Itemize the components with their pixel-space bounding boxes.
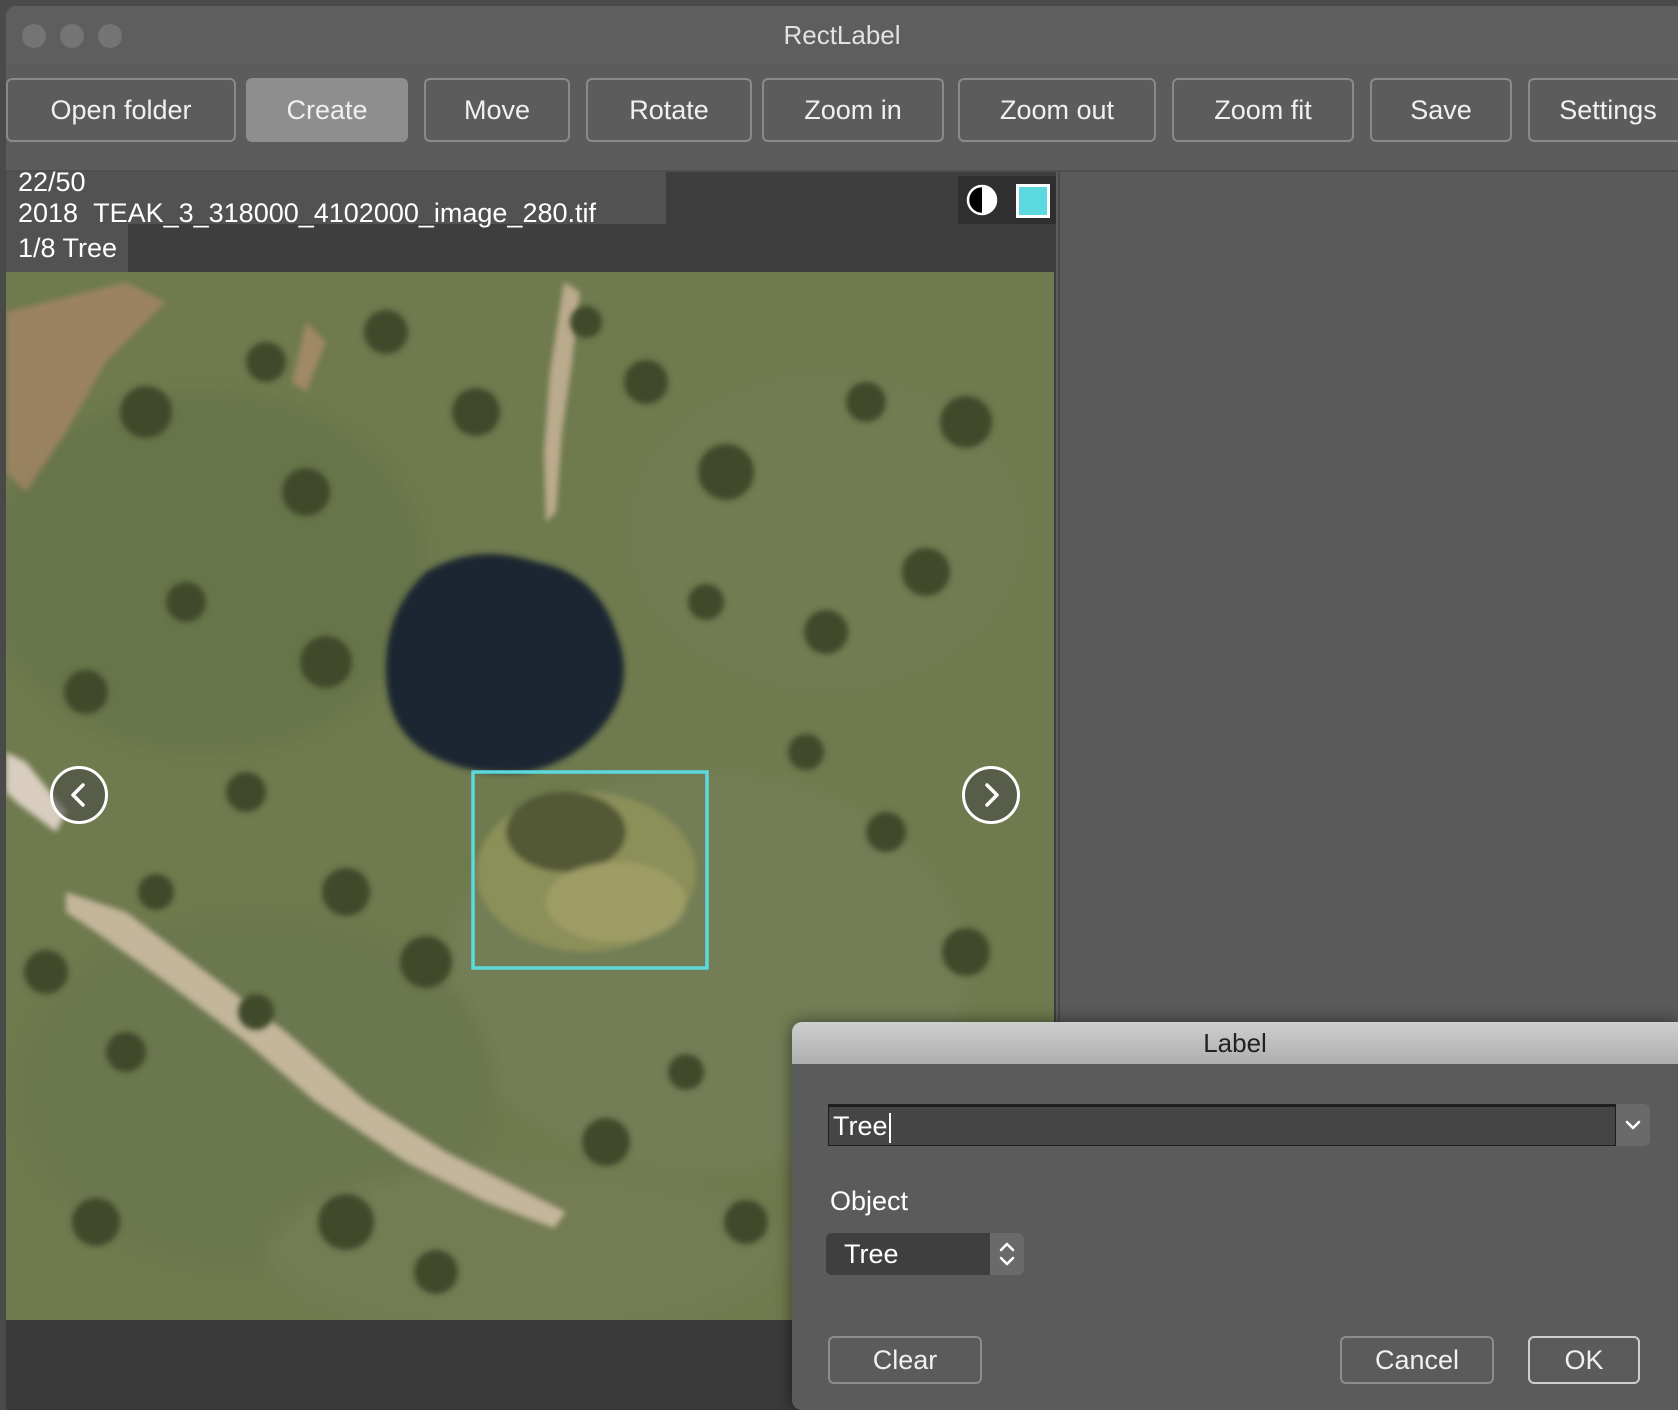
- create-button[interactable]: Create: [246, 78, 408, 142]
- window-title: RectLabel: [783, 20, 901, 50]
- box-color-swatch[interactable]: [1016, 184, 1050, 218]
- rotate-button[interactable]: Rotate: [586, 78, 752, 142]
- popup-stepper[interactable]: [990, 1233, 1024, 1275]
- label-combo-input[interactable]: Tree: [828, 1104, 1616, 1146]
- chevron-down-icon: [1625, 1120, 1641, 1130]
- chevron-left-icon: [71, 783, 85, 807]
- settings-button[interactable]: Settings: [1528, 78, 1678, 142]
- zoom-fit-button[interactable]: Zoom fit: [1172, 78, 1354, 142]
- label-dialog: Label Tree Object Tree Clear Cancel OK: [792, 1022, 1678, 1410]
- move-button[interactable]: Move: [424, 78, 570, 142]
- object-heading: Object: [830, 1186, 909, 1216]
- zoom-out-button[interactable]: Zoom out: [958, 78, 1156, 142]
- view-tools: [958, 176, 1056, 224]
- dialog-title: Label: [792, 1022, 1678, 1064]
- object-info-label: 1/8 Tree: [6, 224, 128, 272]
- object-selected-value: Tree: [844, 1239, 899, 1269]
- title-bar: RectLabel: [6, 6, 1678, 64]
- object-popup-button[interactable]: Tree: [826, 1233, 1024, 1275]
- text-caret: [888, 1112, 891, 1143]
- chevron-right-icon: [985, 783, 999, 807]
- next-image-button[interactable]: [962, 766, 1020, 824]
- label-dropdown-button[interactable]: [1616, 1104, 1650, 1146]
- save-button[interactable]: Save: [1370, 78, 1512, 142]
- cancel-button[interactable]: Cancel: [1340, 1336, 1494, 1384]
- open-folder-button[interactable]: Open folder: [6, 78, 236, 142]
- clear-button[interactable]: Clear: [828, 1336, 982, 1384]
- ok-button[interactable]: OK: [1528, 1336, 1640, 1384]
- previous-image-button[interactable]: [50, 766, 108, 824]
- contrast-icon[interactable]: [966, 184, 998, 216]
- zoom-in-button[interactable]: Zoom in: [762, 78, 944, 142]
- up-down-chevron-icon: [999, 1242, 1015, 1266]
- file-info-label: 22/50 2018_TEAK_3_318000_4102000_image_2…: [6, 167, 666, 228]
- label-input-value: Tree: [833, 1111, 888, 1141]
